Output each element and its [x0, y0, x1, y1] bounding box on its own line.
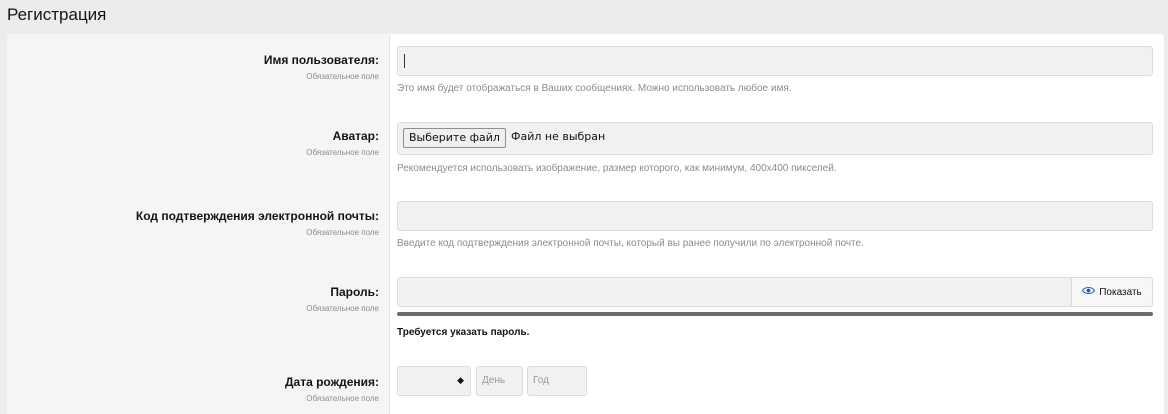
- email-code-required-note: Обязательное поле: [306, 228, 379, 237]
- password-label: Пароль:: [330, 285, 379, 299]
- username-hint: Это имя будет отображаться в Ваших сообщ…: [397, 83, 792, 94]
- username-label: Имя пользователя:: [263, 53, 379, 67]
- birthdate-label-group: Дата рождения: Обязательное поле: [9, 375, 379, 404]
- select-arrows-icon: ◆: [457, 375, 464, 385]
- email-code-input[interactable]: [397, 201, 1153, 231]
- birth-day-placeholder: День: [482, 375, 506, 386]
- show-password-button[interactable]: Показать: [1071, 278, 1152, 306]
- avatar-file-field: Выберите файл Файл не выбран: [397, 122, 1153, 155]
- page-title: Регистрация: [7, 5, 107, 24]
- birthdate-label: Дата рождения:: [284, 375, 379, 389]
- email-code-hint: Введите код подтверждения электронной по…: [397, 238, 864, 249]
- avatar-hint: Рекомендуется использовать изображение, …: [397, 163, 837, 174]
- password-strength-bar: [397, 312, 1153, 316]
- file-status: Файл не выбран: [511, 130, 606, 143]
- eye-icon: [1082, 286, 1096, 298]
- choose-file-button[interactable]: Выберите файл: [403, 128, 506, 148]
- password-input[interactable]: Показать: [397, 277, 1153, 307]
- registration-form: Имя пользователя: Обязательное поле Это …: [7, 34, 1164, 414]
- birthdate-required-note: Обязательное поле: [306, 394, 379, 403]
- email-code-label-group: Код подтверждения электронной почты: Обя…: [9, 209, 379, 238]
- password-label-group: Пароль: Обязательное поле: [9, 285, 379, 314]
- birth-year-input[interactable]: Год: [527, 366, 587, 396]
- username-label-group: Имя пользователя: Обязательное поле: [9, 53, 379, 82]
- avatar-required-note: Обязательное поле: [306, 148, 379, 157]
- password-required-note: Обязательное поле: [306, 304, 379, 313]
- username-required-note: Обязательное поле: [306, 72, 379, 81]
- email-code-label: Код подтверждения электронной почты:: [135, 209, 379, 223]
- password-message: Требуется указать пароль.: [397, 327, 530, 338]
- birth-day-input[interactable]: День: [476, 366, 523, 396]
- birth-month-select[interactable]: ◆: [397, 366, 471, 396]
- avatar-label: Аватар:: [332, 129, 379, 143]
- username-input[interactable]: [397, 46, 1153, 76]
- text-caret: [404, 54, 405, 68]
- show-password-label: Показать: [1099, 286, 1142, 298]
- avatar-label-group: Аватар: Обязательное поле: [9, 129, 379, 158]
- birth-year-placeholder: Год: [533, 375, 549, 386]
